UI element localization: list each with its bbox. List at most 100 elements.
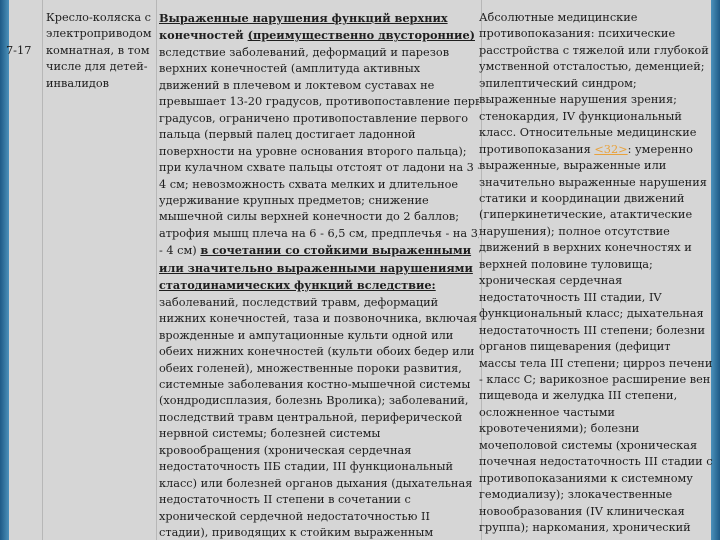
indication-line: стадии), приводящих к стойким выраженным <box>159 525 479 540</box>
text-segment: в сочетании со стойкими выраженными <box>200 243 472 258</box>
indication-line: мышечной силы верхней конечности до 2 ба… <box>159 209 479 225</box>
row-number: 7-17 <box>6 43 32 57</box>
text-segment: класс. Относительные медицинские <box>479 126 697 140</box>
text-segment: движений в плечевом и локтевом суставах … <box>159 78 435 92</box>
contraindication-line: недостаточность III степени; болезни <box>479 323 715 339</box>
contraindication-line: кровотечениями); болезни <box>479 421 715 437</box>
text-segment: - класс C; варикозное расширение вен <box>479 372 711 386</box>
indication-line: конечностей (преимущественно двусторонни… <box>159 27 479 44</box>
contraindication-line: Абсолютные медицинские <box>479 10 715 26</box>
indication-line: класс) или болезней органов дыхания (дых… <box>159 476 479 492</box>
indication-line: (хондродисплазия, болезнь Вролика); забо… <box>159 393 479 409</box>
text-segment: недостаточность II степени в сочетании с <box>159 493 411 507</box>
text-segment: массы тела III степени; цирроз печени <box>479 356 713 370</box>
text-segment: удерживание крупных предметов; снижение <box>159 193 429 207</box>
text-segment: заболеваний, последствий травм, деформац… <box>159 295 439 309</box>
text-segment: противопоказания: психические <box>479 27 676 41</box>
contraindication-line: противопоказания: психические <box>479 26 715 42</box>
text-segment: последствий травм центральной, периферич… <box>159 410 463 424</box>
indication-line: верхних конечностей (амплитуда активных <box>159 61 479 77</box>
text-segment: стенокардия, IV функциональный <box>479 109 682 123</box>
contraindication-line: выраженные, выраженные или <box>479 158 715 174</box>
indication-line: статодинамических функций вследствие: <box>159 277 479 294</box>
contraindication-line: хроническая сердечная <box>479 273 715 289</box>
contraindication-line: осложненное частыми <box>479 405 715 421</box>
indication-line: нервной системы; болезней системы <box>159 426 479 442</box>
contraindication-line: выраженные нарушения зрения; <box>479 92 715 108</box>
product-name-line: комнатная, в том <box>46 43 150 57</box>
contraindication-line: - класс C; варикозное расширение вен <box>479 372 715 388</box>
contraindication-line: эпилептический синдром; <box>479 76 715 92</box>
indication-line: обеих нижних конечностей (культи обоих б… <box>159 344 479 360</box>
indication-line: Выраженные нарушения функций верхних <box>159 10 479 27</box>
indication-line: заболеваний, последствий травм, деформац… <box>159 295 479 311</box>
document-page: 7-17 Кресло-коляска с электроприводом комн… <box>6 0 713 540</box>
contraindication-line: функциональный класс; дыхательная <box>479 306 715 322</box>
text-segment: превышает 13-20 градусов, противопоставл… <box>159 95 479 109</box>
footnote-link[interactable]: <32> <box>594 143 627 156</box>
indication-line: последствий травм центральной, периферич… <box>159 410 479 426</box>
text-segment: группа); наркомания, хронический <box>479 521 691 535</box>
text-segment: поверхности на уровне основания второго … <box>159 144 467 158</box>
contraindication-line: группа); наркомания, хронический <box>479 520 715 536</box>
indication-line: хронической сердечной недостаточностью I… <box>159 509 479 525</box>
text-segment: обеих нижних конечностей (культи обоих б… <box>159 345 475 359</box>
indication-line: или значительно выраженными нарушениями <box>159 260 479 277</box>
text-segment: мочеполовой системы (хроническая <box>479 438 698 452</box>
text-segment: противопоказаниями к системному <box>479 471 693 485</box>
text-segment: недостаточность III степени; болезни <box>479 323 706 337</box>
text-segment: градусов, ограничено противопоставление … <box>159 111 469 125</box>
indication-line: атрофия мышц плеча на 6 - 6,5 см, предпл… <box>159 226 479 242</box>
product-name-line: электроприводом <box>46 27 152 41</box>
contraindication-line: гемодиализу); злокачественные <box>479 487 715 503</box>
text-segment: кровотечениями); болезни <box>479 422 640 436</box>
product-name-cell: Кресло-коляска с электроприводом комнатная… <box>46 10 154 540</box>
text-segment: системные заболевания костно-мышечной си… <box>159 377 471 391</box>
contraindication-line: стенокардия, IV функциональный <box>479 109 715 125</box>
indication-line: кровообращения (хроническая сердечная <box>159 443 479 459</box>
text-segment: нарушения); полное отсутствие <box>479 224 670 238</box>
contraindication-line: (гиперкинетические, атактические <box>479 207 715 223</box>
text-segment: Выраженные нарушения функций верхних <box>159 11 448 25</box>
text-segment: эпилептический синдром; <box>479 76 637 90</box>
text-segment: функциональный класс; дыхательная <box>479 307 704 321</box>
indications-cell: Выраженные нарушения функций верхних коне… <box>159 10 479 540</box>
contraindication-line: органов пищеварения (дефицит <box>479 339 715 355</box>
indication-line: недостаточность II степени в сочетании с <box>159 492 479 508</box>
contraindication-line: противопоказания <32>: умеренно <box>479 142 715 158</box>
text-segment: почечная недостаточность III стадии с <box>479 455 713 469</box>
contraindication-line: умственной отсталостью, деменцией; <box>479 59 715 75</box>
contraindication-line: значительно выраженные нарушения <box>479 175 715 191</box>
indication-line: градусов, ограничено противопоставление … <box>159 111 479 127</box>
indication-line: пальца (первый палец достигает ладонной <box>159 127 479 143</box>
text-segment: стадии), приводящих к стойким выраженным <box>159 526 434 540</box>
text-segment: кровообращения (хроническая сердечная <box>159 443 412 457</box>
text-segment: (гиперкинетические, атактические <box>479 208 693 222</box>
text-segment: класс) или болезней органов дыхания (дых… <box>159 476 473 490</box>
contraindication-line: противопоказаниями к системному <box>479 471 715 487</box>
text-segment: нервной системы; болезней системы <box>159 427 381 441</box>
indication-line: системные заболевания костно-мышечной си… <box>159 377 479 393</box>
text-segment: хроническая сердечная <box>479 274 623 288</box>
indication-line: врожденные и ампутационные культи одной … <box>159 328 479 344</box>
text-segment: выраженные нарушения зрения; <box>479 93 677 107</box>
indication-line: движений в плечевом и локтевом суставах … <box>159 78 479 94</box>
text-segment: противопоказания <box>479 142 595 156</box>
contraindication-line: движений в верхних конечностях и <box>479 240 715 256</box>
text-segment: статодинамических функций вследствие: <box>159 278 436 293</box>
text-segment: Абсолютные медицинские <box>479 11 638 24</box>
column-separator <box>42 0 43 540</box>
text-segment: расстройства с тяжелой или глубокой <box>479 43 709 57</box>
indication-line: обеих голеней), множественные пороки раз… <box>159 361 479 377</box>
text-segment: пальца (первый палец достигает ладонной <box>159 128 416 142</box>
text-segment: гемодиализу); злокачественные <box>479 488 673 502</box>
text-segment: верхней половине туловища; <box>479 257 653 271</box>
product-name-line: Кресло-коляска с <box>46 11 151 24</box>
product-name-line: инвалидов <box>46 76 109 90</box>
indication-line: нижних конечностей, таза и позвоночника,… <box>159 311 479 327</box>
contraindication-line: пищевода и желудка III степени, <box>479 388 715 404</box>
indication-line: 4 см; невозможность схвата мелких и длит… <box>159 177 479 193</box>
text-segment: : умеренно <box>627 142 693 156</box>
text-segment: недостаточность III стадии, IV <box>479 290 662 304</box>
text-segment: верхних конечностей (амплитуда активных <box>159 62 421 76</box>
